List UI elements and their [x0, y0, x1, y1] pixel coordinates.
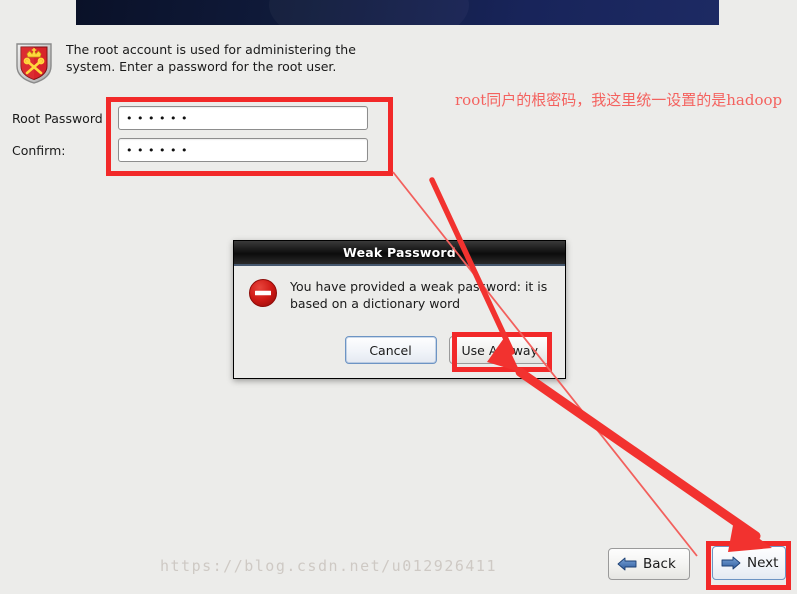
confirm-password-row: Confirm: [12, 137, 112, 163]
dialog-message: You have provided a weak password: it is… [290, 279, 548, 311]
error-stop-icon [248, 278, 278, 308]
next-button[interactable]: Next [712, 546, 786, 580]
use-anyway-button[interactable]: Use Anyway [448, 336, 551, 364]
root-password-row: Root Password [12, 105, 112, 131]
confirm-password-input[interactable]: •••••• [118, 138, 368, 162]
dialog-button-bar: Cancel Use Anyway [344, 336, 551, 364]
root-shield-icon [12, 40, 56, 86]
arrow-left-icon [617, 556, 637, 572]
arrow-use-anyway-to-next [515, 367, 772, 552]
back-button-label: Back [643, 556, 676, 572]
confirm-password-label: Confirm: [12, 142, 66, 158]
weak-password-dialog: Weak Password You have provided a weak p… [233, 240, 566, 379]
installer-top-banner [76, 0, 719, 25]
root-password-intro: The root account is used for administeri… [12, 40, 372, 86]
dialog-body: You have provided a weak password: it is… [234, 266, 565, 312]
back-button[interactable]: Back [608, 548, 690, 580]
arrow-right-icon [721, 555, 741, 571]
root-password-input[interactable]: •••••• [118, 106, 368, 130]
root-password-description: The root account is used for administeri… [66, 42, 356, 74]
root-password-label: Root Password [12, 110, 103, 126]
cancel-button[interactable]: Cancel [344, 336, 437, 364]
dialog-title: Weak Password [343, 245, 456, 260]
dialog-titlebar: Weak Password [234, 241, 565, 266]
annotation-note: root同户的根密码，我这里统一设置的是hadoop [455, 91, 783, 109]
next-button-label: Next [747, 555, 779, 571]
installer-screen: The root account is used for administeri… [0, 0, 797, 594]
watermark-text: https://blog.csdn.net/u012926411 [160, 557, 497, 575]
